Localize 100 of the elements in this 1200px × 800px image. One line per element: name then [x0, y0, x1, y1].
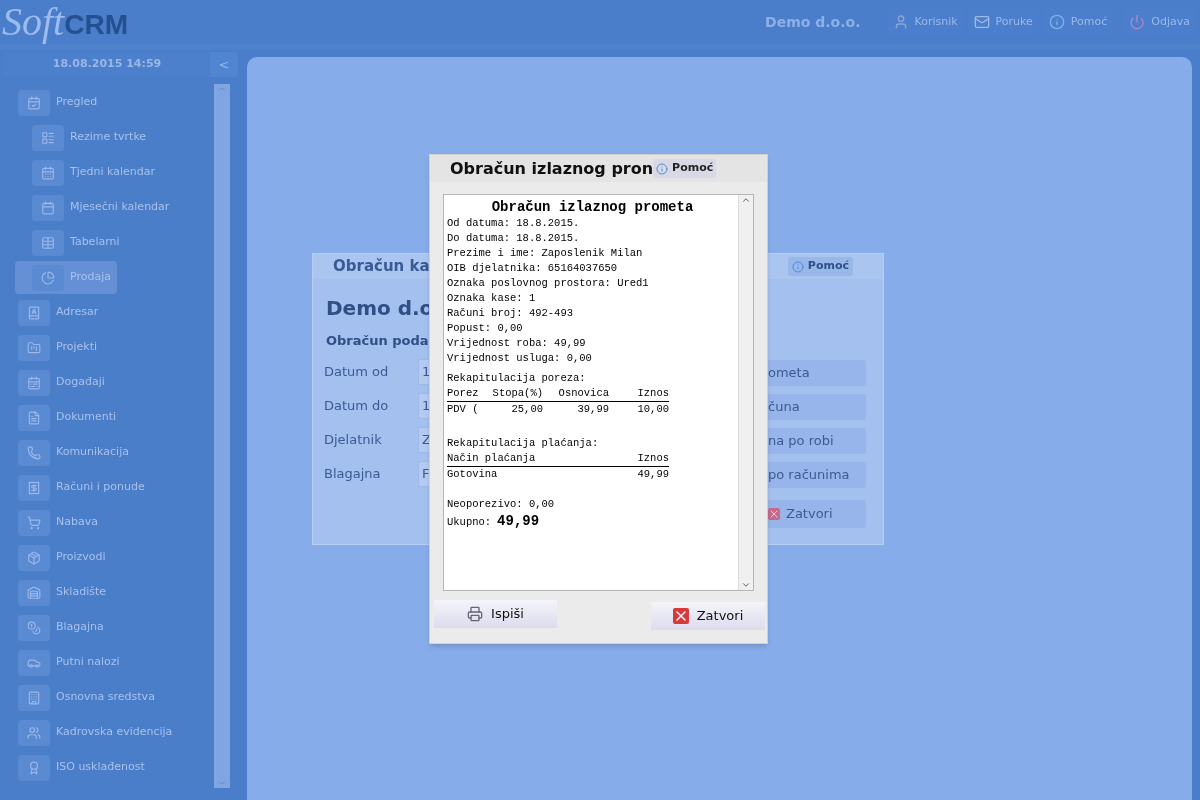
- report-line: Do datuma: 18.8.2015.: [447, 231, 581, 246]
- folder-icon: [27, 340, 41, 355]
- total-label: Ukupno:: [447, 515, 492, 530]
- printer-icon: [467, 606, 484, 622]
- company-name: Demo d.o.o.: [765, 12, 861, 32]
- column-header: Način plaćanja: [447, 451, 536, 466]
- column-header: Stopa(%): [491, 386, 543, 401]
- phone-icon: [27, 445, 41, 460]
- building-icon: [27, 690, 41, 705]
- sidebar-item[interactable]: Računi i ponude: [18, 471, 153, 504]
- report-heading: Rekapitulacija plaćanja:: [447, 436, 600, 451]
- sidebar-item[interactable]: Kadrovska evidencija: [18, 716, 181, 749]
- table-cell-text: 39,99: [576, 402, 609, 417]
- envelope-icon: [973, 14, 990, 30]
- close-icon: [672, 608, 689, 624]
- sidebar-item[interactable]: Nabava: [18, 506, 106, 539]
- logo: SoftCRM: [1, 2, 128, 42]
- input-field[interactable]: F: [418, 460, 430, 487]
- info-icon: [1048, 14, 1065, 30]
- report-line: Prezime i ime: Zaposlenik Milan: [447, 246, 644, 261]
- sidebar-item[interactable]: Pregled: [18, 86, 106, 119]
- warehouse-icon: [27, 585, 41, 600]
- sidebar-item[interactable]: Adresar: [18, 296, 107, 329]
- info-icon: [656, 162, 669, 175]
- sidebar-item[interactable]: ISO usklađenost: [18, 751, 153, 784]
- calendar-icon: [41, 165, 55, 180]
- report-line: Neoporezivo: 0,00: [447, 497, 556, 512]
- sidebar-item[interactable]: Blagajna: [18, 611, 112, 644]
- close-button[interactable]: Zatvori: [651, 602, 765, 630]
- date-time: 18.08.2015 14:59: [51, 56, 163, 73]
- table-cell-text: PDV (: [447, 402, 480, 417]
- cart-icon: [27, 515, 41, 530]
- dialog-button[interactable]: po računima: [766, 462, 866, 488]
- package-icon: [27, 550, 41, 565]
- report-line: Računi broj: 492-493: [447, 306, 575, 321]
- help-button[interactable]: Pomoć: [787, 257, 853, 276]
- sidebar-item[interactable]: Skladište: [18, 576, 114, 609]
- document-icon: [27, 410, 41, 425]
- report-line: Popust: 0,00: [447, 321, 524, 336]
- report-line: Oznaka kase: 1: [447, 291, 537, 306]
- scroll-up-icon[interactable]: [741, 195, 751, 205]
- column-header: Iznos: [637, 451, 669, 466]
- list-icon: [41, 130, 55, 145]
- certificate-icon: [27, 760, 41, 775]
- receipt-icon: [27, 480, 41, 495]
- table-cell-text: 25,00: [510, 402, 543, 417]
- power-icon: [1129, 14, 1146, 30]
- dialog-title: Obračun ka: [333, 256, 430, 278]
- report-line: OIB djelatnika: 65164037650: [447, 261, 619, 276]
- report-line: Oznaka poslovnog prostora: Ured1: [447, 276, 650, 291]
- dialog-button[interactable]: na po robi: [766, 428, 866, 454]
- input-field[interactable]: 1: [418, 358, 430, 385]
- calendar-check-icon: [27, 95, 41, 110]
- report-heading: Rekapitulacija poreza:: [447, 371, 587, 386]
- people-icon: [27, 725, 41, 740]
- input-field[interactable]: 1: [418, 392, 430, 419]
- field-label: Datum od: [324, 362, 390, 381]
- table-cell: 49,99: [637, 467, 669, 482]
- dialog-button[interactable]: čuna: [766, 394, 866, 420]
- sidebar-item[interactable]: Događaji: [18, 366, 113, 399]
- collapse-button[interactable]: <: [210, 52, 238, 77]
- report-line: Od datuma: 18.8.2015.: [447, 216, 581, 231]
- sidebar-item[interactable]: Rezime tvrtke: [32, 121, 155, 154]
- column-header: Porez: [447, 386, 480, 401]
- sidebar-item[interactable]: Prodaja: [15, 261, 117, 294]
- report-line: Vrijednost roba: 49,99: [447, 336, 587, 351]
- close-icon: [768, 508, 780, 520]
- sidebar-item[interactable]: Proizvodi: [18, 541, 114, 574]
- report-line: Vrijednost usluga: 0,00: [447, 351, 593, 366]
- print-button[interactable]: Ispiši: [434, 600, 557, 628]
- section-heading: Obračun poda: [326, 332, 430, 350]
- field-label: Blagajna: [324, 464, 382, 483]
- column-header: Iznos: [636, 386, 669, 401]
- sidebar-item[interactable]: Tjedni kalendar: [32, 156, 163, 189]
- sidebar-item[interactable]: Tabelarni: [32, 226, 128, 259]
- table-cell: Gotovina: [447, 467, 498, 482]
- table-cell-text: 10,00: [636, 402, 669, 417]
- help-button[interactable]: Pomoć: [653, 159, 717, 178]
- sidebar-item[interactable]: Osnovna sredstva: [18, 681, 163, 714]
- total-value: 49,99: [497, 514, 540, 529]
- dialog-button[interactable]: ometa: [766, 360, 866, 386]
- field-label: Djelatnik: [324, 430, 383, 449]
- scroll-down-icon[interactable]: [741, 580, 751, 590]
- pie-chart-icon: [41, 270, 55, 285]
- sidebar-item[interactable]: Mjesečni kalendar: [32, 191, 178, 224]
- report-title: Obračun izlaznog prometa: [490, 198, 695, 216]
- calendar-icon: [41, 200, 55, 215]
- address-book-icon: [27, 305, 41, 320]
- field-label: Datum do: [324, 396, 390, 415]
- sidebar-item[interactable]: Projekti: [18, 331, 105, 364]
- dialog-title: Obračun izlaznog pron: [450, 157, 654, 180]
- dialog-button[interactable]: Zatvori: [766, 500, 866, 528]
- sidebar-item[interactable]: Dokumenti: [18, 401, 125, 434]
- calendar-icon: [27, 375, 41, 390]
- sidebar-item[interactable]: Putni nalozi: [18, 646, 128, 679]
- info-icon: [791, 260, 804, 273]
- table-icon: [41, 235, 55, 250]
- coins-icon: [27, 620, 41, 635]
- column-header: Osnovica: [557, 386, 609, 401]
- sidebar-item[interactable]: Komunikacija: [18, 436, 137, 469]
